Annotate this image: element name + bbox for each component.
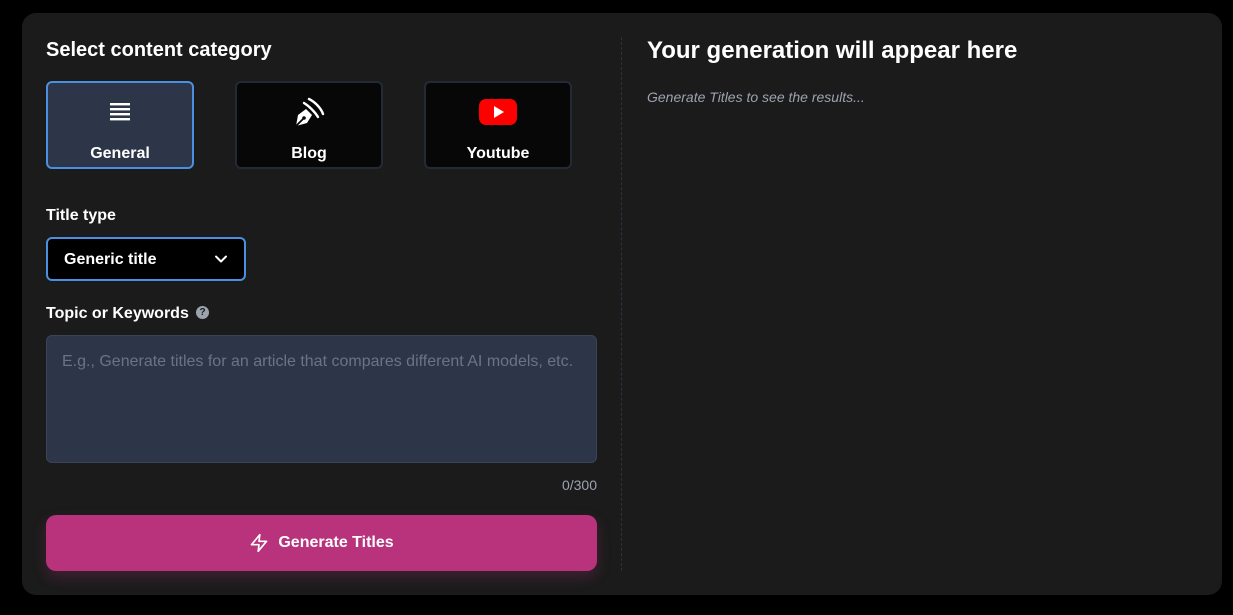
category-blog-button[interactable]: Blog <box>235 81 383 169</box>
list-icon <box>110 103 130 121</box>
title-type-label: Title type <box>46 207 116 224</box>
category-heading: Select content category <box>46 39 272 61</box>
category-blog-label: Blog <box>291 145 327 162</box>
lightning-icon <box>251 533 268 553</box>
generate-titles-button[interactable]: Generate Titles <box>46 515 597 571</box>
character-counter: 0/300 <box>561 477 597 493</box>
chevron-down-icon <box>215 255 227 263</box>
category-youtube-label: Youtube <box>466 145 530 162</box>
output-title: Your generation will appear here <box>647 37 1018 64</box>
generate-titles-label: Generate Titles <box>278 534 394 551</box>
title-type-select[interactable]: Generic title <box>46 237 246 281</box>
category-youtube-button[interactable]: Youtube <box>424 81 572 169</box>
help-icon[interactable]: ? <box>196 306 209 319</box>
youtube-icon <box>479 99 517 125</box>
topic-label: Topic or Keywords <box>46 305 189 322</box>
category-general-label: General <box>90 145 150 162</box>
section-divider <box>621 37 622 571</box>
title-generator-panel: Select content category General Blog You… <box>22 13 1222 595</box>
output-placeholder: Generate Titles to see the results... <box>647 89 865 105</box>
category-general-button[interactable]: General <box>46 81 194 169</box>
title-type-value: Generic title <box>64 251 157 268</box>
topic-input[interactable] <box>46 335 597 463</box>
pen-nib-icon <box>295 97 325 127</box>
